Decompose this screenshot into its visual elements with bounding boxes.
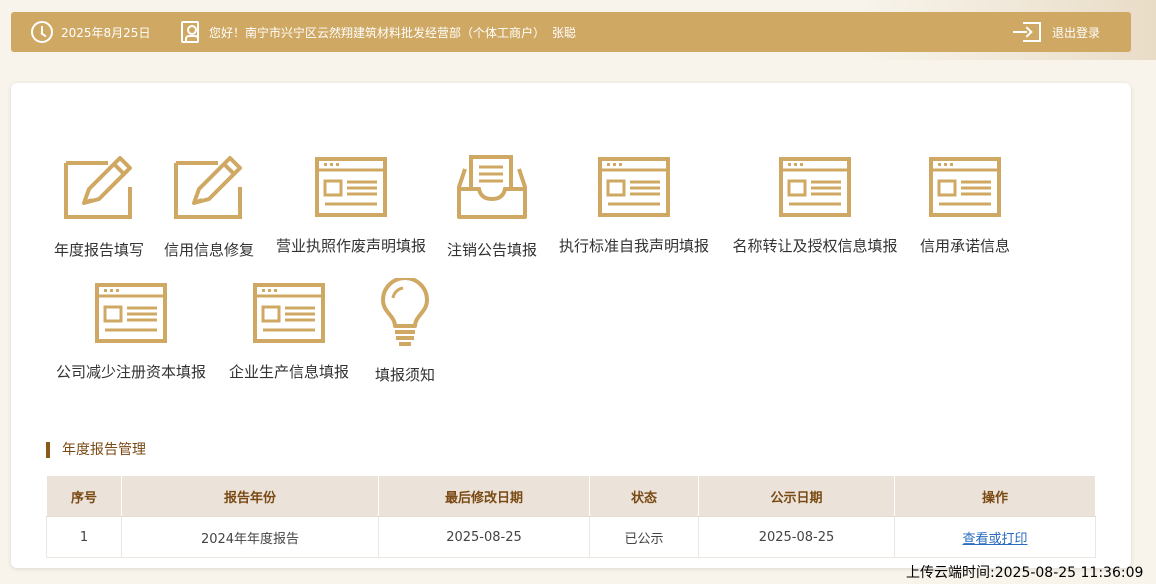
inbox-document-icon	[457, 155, 527, 219]
table-cell: 2025-08-25	[378, 516, 590, 558]
column-header: 最后修改日期	[378, 475, 590, 517]
tile-license-void[interactable]: 营业执照作废声明填报	[270, 157, 432, 256]
column-header: 操作	[894, 475, 1096, 517]
table-cell: 已公示	[589, 516, 699, 558]
table-cell: 2024年年度报告	[121, 516, 379, 558]
tile-annual-report[interactable]: 年度报告填写	[49, 153, 149, 260]
current-date: 2025年8月25日	[61, 26, 151, 40]
form-window-icon	[95, 283, 167, 343]
edit-icon	[174, 156, 242, 219]
column-header: 序号	[46, 475, 122, 517]
form-window-icon	[598, 157, 670, 217]
clock-icon	[31, 21, 53, 43]
top-bar: 2025年8月25日 您好！南宁市兴宁区云然翔建筑材料批发经营部（个体工商户） …	[11, 12, 1131, 52]
tile-credit-commitment[interactable]: 信用承诺信息	[913, 157, 1017, 256]
table-cell: 1	[46, 516, 122, 558]
logout-icon[interactable]	[1013, 22, 1041, 42]
tile-label: 填报须知	[374, 366, 435, 384]
tile-label: 企业生产信息填报	[228, 363, 349, 381]
column-header: 状态	[589, 475, 699, 517]
user-name: 张聪	[552, 26, 577, 40]
tile-label: 信用信息修复	[163, 241, 254, 259]
column-header: 报告年份	[121, 475, 379, 517]
section-title: 年度报告管理	[46, 442, 146, 458]
upload-time-text: 上传云端时间:2025-08-25 11:36:09	[906, 565, 1144, 581]
tile-deregistration[interactable]: 注销公告填报	[441, 153, 543, 260]
tile-name-transfer[interactable]: 名称转让及授权信息填报	[726, 157, 904, 256]
greeting-text: 您好！南宁市兴宁区云然翔建筑材料批发经营部（个体工商户）	[209, 26, 546, 40]
form-window-icon	[315, 157, 387, 217]
view-print-link[interactable]: 查看或打印	[962, 532, 1027, 547]
tile-label: 注销公告填报	[446, 241, 537, 259]
form-window-icon	[929, 157, 1001, 217]
tile-label: 信用承诺信息	[919, 237, 1010, 255]
edit-icon	[64, 156, 132, 219]
tile-capital-reduction[interactable]: 公司减少注册资本填报	[49, 283, 213, 382]
column-header: 公示日期	[698, 475, 895, 517]
table-row: 1 2024年年度报告 2025-08-25 已公示 2025-08-25 查看…	[46, 516, 1096, 558]
main-panel: 年度报告填写 信用信息修复 营业执照作废声明填报 注销公告填报 执行标准自我声明…	[11, 83, 1131, 568]
tile-standard-declaration[interactable]: 执行标准自我声明填报	[553, 157, 715, 256]
tile-label: 公司减少注册资本填报	[55, 363, 206, 381]
table-cell: 2025-08-25	[698, 516, 895, 558]
form-window-icon	[779, 157, 851, 217]
table-header-row: 序号 报告年份 最后修改日期 状态 公示日期 操作	[46, 475, 1096, 517]
tile-label: 名称转让及授权信息填报	[732, 237, 898, 255]
tile-production-info[interactable]: 企业生产信息填报	[223, 283, 355, 382]
user-badge-icon	[181, 21, 199, 43]
tile-filing-notice[interactable]: 填报须知	[367, 278, 443, 385]
lightbulb-icon	[381, 278, 429, 346]
annual-report-table: 序号 报告年份 最后修改日期 状态 公示日期 操作 1 2024年年度报告 20…	[46, 475, 1096, 558]
tile-label: 年度报告填写	[53, 241, 144, 259]
tile-credit-repair[interactable]: 信用信息修复	[159, 153, 259, 260]
table-cell: 查看或打印	[894, 516, 1096, 558]
form-window-icon	[253, 283, 325, 343]
logout-button[interactable]: 退出登录	[1052, 24, 1100, 41]
tile-label: 执行标准自我声明填报	[558, 237, 709, 255]
tile-label: 营业执照作废声明填报	[275, 237, 426, 255]
